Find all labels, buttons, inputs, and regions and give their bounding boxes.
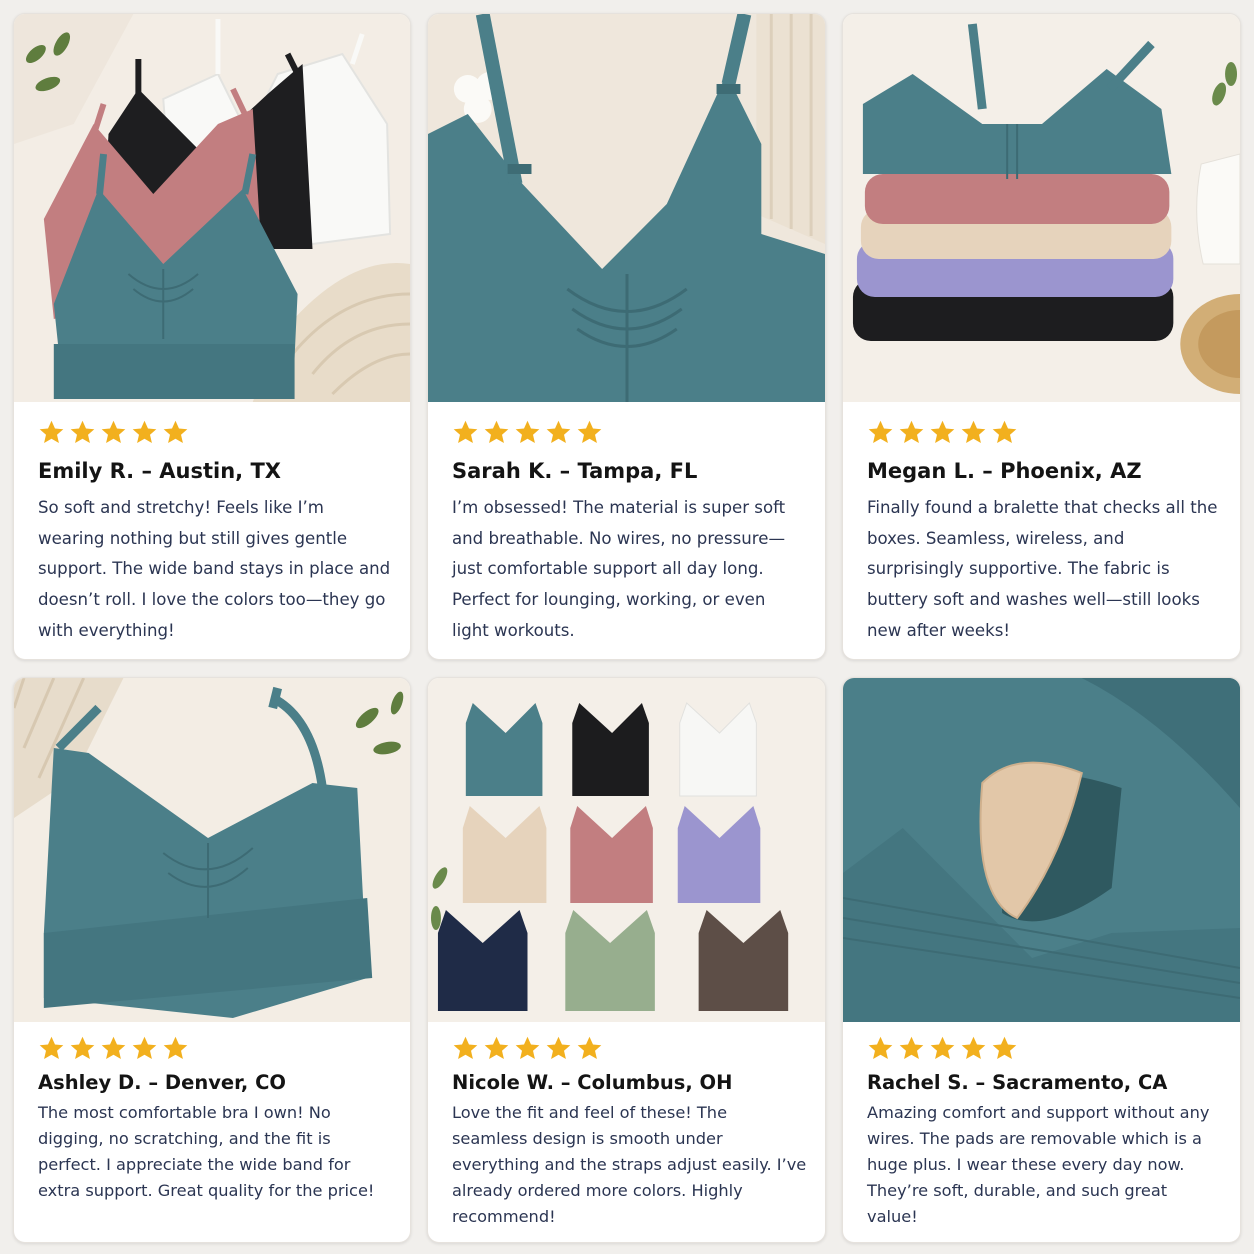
star-rating (38, 1035, 392, 1061)
star-icon (577, 420, 602, 443)
reviewer-name: Emily R. – Austin, TX (38, 459, 281, 483)
reviewer-name: Ashley D. – Denver, CO (38, 1071, 286, 1094)
star-icon (577, 1036, 602, 1059)
star-icon (546, 420, 571, 443)
reviewer-name: Megan L. – Phoenix, AZ (867, 459, 1142, 483)
star-icon (132, 420, 157, 443)
reviewer-name: Sarah K. – Tampa, FL (452, 459, 698, 483)
review-body: Emily R. – Austin, TX So soft and stretc… (38, 419, 392, 647)
product-photo-color-grid (428, 678, 825, 1022)
product-photo-bralette-trio (14, 14, 410, 402)
review-body: Rachel S. – Sacramento, CA Amazing comfo… (867, 1035, 1222, 1230)
star-icon (484, 1036, 509, 1059)
star-rating (452, 419, 807, 445)
product-photo-folded-stack (843, 14, 1240, 402)
star-icon (899, 420, 924, 443)
star-icon (992, 1036, 1017, 1059)
star-icon (101, 1036, 126, 1059)
star-icon (39, 1036, 64, 1059)
star-rating (38, 419, 392, 445)
star-rating (452, 1035, 807, 1061)
review-card-3[interactable]: Megan L. – Phoenix, AZ Finally found a b… (842, 13, 1241, 660)
star-icon (101, 420, 126, 443)
review-body: Ashley D. – Denver, CO The most comforta… (38, 1035, 392, 1204)
star-rating (867, 1035, 1222, 1061)
star-icon (868, 420, 893, 443)
reviewer-name: Rachel S. – Sacramento, CA (867, 1071, 1168, 1094)
review-text: Amazing comfort and support without any … (867, 1103, 1210, 1226)
star-icon (453, 1036, 478, 1059)
star-icon (484, 420, 509, 443)
review-body: Megan L. – Phoenix, AZ Finally found a b… (867, 419, 1222, 647)
star-icon (163, 420, 188, 443)
star-icon (515, 420, 540, 443)
star-icon (868, 1036, 893, 1059)
product-photo-removable-pad (843, 678, 1240, 1022)
star-icon (453, 420, 478, 443)
review-card-1[interactable]: Emily R. – Austin, TX So soft and stretc… (13, 13, 411, 660)
star-icon (132, 1036, 157, 1059)
review-card-6[interactable]: Rachel S. – Sacramento, CA Amazing comfo… (842, 677, 1241, 1243)
star-icon (961, 420, 986, 443)
star-icon (70, 1036, 95, 1059)
review-text: I’m obsessed! The material is super soft… (452, 498, 786, 640)
review-card-2[interactable]: Sarah K. – Tampa, FL I’m obsessed! The m… (427, 13, 826, 660)
star-icon (992, 420, 1017, 443)
star-icon (70, 420, 95, 443)
review-text: Finally found a bralette that checks all… (867, 498, 1218, 640)
star-icon (39, 420, 64, 443)
review-body: Sarah K. – Tampa, FL I’m obsessed! The m… (452, 419, 807, 647)
product-photo-closeup-teal (428, 14, 825, 402)
star-icon (930, 1036, 955, 1059)
review-text: The most comfortable bra I own! No diggi… (38, 1103, 375, 1200)
star-icon (515, 1036, 540, 1059)
review-text: So soft and stretchy! Feels like I’m wea… (38, 498, 391, 640)
review-card-5[interactable]: Nicole W. – Columbus, OH Love the fit an… (427, 677, 826, 1243)
star-rating (867, 419, 1222, 445)
review-card-4[interactable]: Ashley D. – Denver, CO The most comforta… (13, 677, 411, 1243)
star-icon (930, 420, 955, 443)
star-icon (899, 1036, 924, 1059)
review-text: Love the fit and feel of these! The seam… (452, 1103, 807, 1226)
star-icon (163, 1036, 188, 1059)
star-icon (546, 1036, 571, 1059)
review-body: Nicole W. – Columbus, OH Love the fit an… (452, 1035, 807, 1230)
product-photo-teal-flatlay (14, 678, 410, 1022)
star-icon (961, 1036, 986, 1059)
reviewer-name: Nicole W. – Columbus, OH (452, 1071, 733, 1094)
